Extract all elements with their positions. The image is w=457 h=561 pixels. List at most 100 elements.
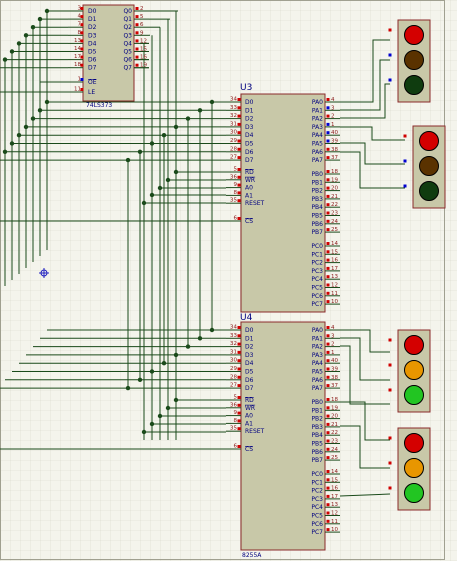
u4-pa-pin-number: 3 (331, 333, 335, 339)
u3-data-pin-marker (237, 122, 241, 126)
junction-dot (125, 385, 131, 391)
u3-pc-pin-marker (326, 250, 330, 254)
latch-out-pin-number: 5 (140, 14, 144, 20)
u3-data-pin-label: D6 (245, 149, 254, 156)
u4-pa-pin-marker (326, 326, 330, 329)
u4-pa-pin-number: 39 (331, 367, 338, 373)
u4-pa-pin-label: PA7 (312, 385, 323, 392)
u3-pb-pin-marker (326, 186, 330, 190)
u4-data-pin-marker (237, 350, 241, 354)
u4-ctrl-pin-number: 5 (234, 395, 238, 401)
junction-dot (9, 49, 15, 54)
junction-dot (137, 149, 143, 154)
chip-u3[interactable]: U3 34 D033 D132 D231 D330 D429 D528 D627 D75 RD36… (226, 83, 340, 313)
u3-ctrl-pin-number: 36 (230, 174, 237, 180)
lamp-pin-marker (388, 53, 392, 57)
u3-pc-pin-number: 14 (331, 241, 338, 247)
u3-data-pin-number: 28 (230, 146, 237, 152)
latch-out-pin-label: Q4 (123, 40, 132, 47)
u3-pa-pin-marker (326, 122, 330, 126)
traffic-light-lamp (419, 131, 439, 151)
u4-data-pin-marker (237, 367, 241, 371)
u3-pa-pin-number: 2 (331, 114, 335, 120)
latch-in-pin-number: 17 (74, 54, 81, 60)
latch-in-pin-label: D0 (88, 8, 97, 15)
u4-pc-pin-number: 13 (331, 502, 338, 508)
u3-pa-pin-label: PA6 (312, 149, 323, 156)
u4-pa-pin-marker (326, 367, 330, 371)
u4-ctrl-pin-label: RESET (245, 428, 265, 435)
u4-pa-pin-marker (326, 359, 330, 363)
u3-cs-pin-label: CS (245, 218, 253, 225)
u4-data-pin-marker (237, 375, 241, 379)
junction-dot (2, 57, 8, 62)
u4-data-pin-marker (237, 342, 241, 346)
latch-out-pin-marker (135, 39, 139, 43)
u3-pa-pin-label: PA7 (312, 157, 323, 164)
traffic-light-lamp (404, 360, 424, 380)
u4-pc-pin-label: PC6 (311, 521, 323, 528)
latch-in-pin-marker (80, 7, 84, 10)
u4-pb-pin-number: 18 (331, 397, 338, 403)
latch-in-pin-label: D5 (88, 49, 97, 56)
latch-out-pin-number: 2 (140, 6, 144, 12)
latch-in-pin-number: 18 (74, 62, 81, 68)
u4-pc-pin-marker (326, 519, 330, 523)
junction-dot (2, 149, 8, 154)
latch-out-pin-label: Q5 (123, 49, 132, 56)
latch-ctrl-pin-marker (80, 88, 84, 91)
u3-data-pin-marker (237, 139, 241, 143)
u4-pb-pin-number: 25 (331, 455, 338, 461)
lamp-pin-marker (388, 461, 392, 465)
u4-pb-pin-label: PB6 (311, 449, 323, 456)
traffic-light-lamp (404, 385, 424, 405)
u3-data-pin-marker (237, 98, 241, 101)
u4-data-pin-label: D4 (245, 360, 254, 367)
junction-dot (173, 352, 179, 358)
u3-ctrl-pin-marker (237, 183, 241, 187)
junction-dot (23, 124, 29, 130)
u3-cs-pin-number: 6 (234, 216, 238, 222)
u3-pc-pin-marker (326, 258, 330, 262)
latch-in-pin-marker (80, 63, 84, 67)
u3-ctrl-pin-number: 9 (234, 182, 238, 188)
u3-pa-pin-marker (326, 139, 330, 143)
latch-out-pin-label: Q6 (123, 57, 132, 64)
latch-ctrl-pin-marker (80, 78, 84, 81)
schematic-canvas: 74LS373 3 D04 D17 D28 D313 D414 D517 D618 D7Q0 2Q… (0, 0, 457, 561)
u3-ref-label: U3 (240, 83, 252, 93)
traffic-light-lamp (404, 433, 424, 453)
u3-pc-pin-marker (326, 266, 330, 270)
u3-pc-pin-label: PC6 (311, 293, 323, 300)
u4-pc-pin-number: 14 (331, 469, 338, 475)
u3-data-pin-number: 29 (230, 138, 237, 144)
junction-dot (149, 141, 155, 146)
latch-in-pin-marker (80, 39, 84, 43)
lamp-pin-marker (403, 184, 407, 188)
u4-ctrl-pin-number: 36 (230, 402, 237, 408)
u3-pa-pin-marker (326, 98, 330, 101)
chip-u4[interactable]: U4 8255A 34 D033 D132 D231 D330 D429 D528 D627 D… (226, 313, 340, 559)
u4-pa-pin-marker (326, 384, 330, 388)
u4-pa-pin-label: PA0 (312, 327, 323, 334)
latch-in-pin-marker (80, 47, 84, 51)
u3-ctrl-pin-label: A1 (245, 192, 253, 199)
u4-data-pin-label: D5 (245, 369, 254, 376)
u3-ctrl-pin-label: WR (245, 177, 255, 184)
u4-data-pin-number: 34 (230, 325, 237, 331)
latch-out-pin-label: Q7 (123, 65, 132, 72)
junction-dot (37, 16, 43, 22)
u4-pc-pin-number: 16 (331, 486, 338, 492)
u4-pc-pin-marker (326, 486, 330, 490)
u3-pb-pin-number: 24 (331, 219, 338, 225)
latch-out-pin-marker (135, 31, 139, 35)
u4-pa-pin-label: PA5 (312, 369, 323, 376)
u3-pa-pin-marker (326, 147, 330, 151)
u3-pb-pin-number: 18 (331, 169, 338, 175)
u4-data-pin-marker (237, 384, 241, 388)
u3-pb-pin-marker (326, 228, 330, 232)
u4-pa-pin-label: PA6 (312, 377, 323, 384)
u3-ctrl-pin-number: 8 (234, 190, 238, 196)
junction-dot (16, 41, 22, 46)
u3-data-pin-label: D5 (245, 141, 254, 148)
